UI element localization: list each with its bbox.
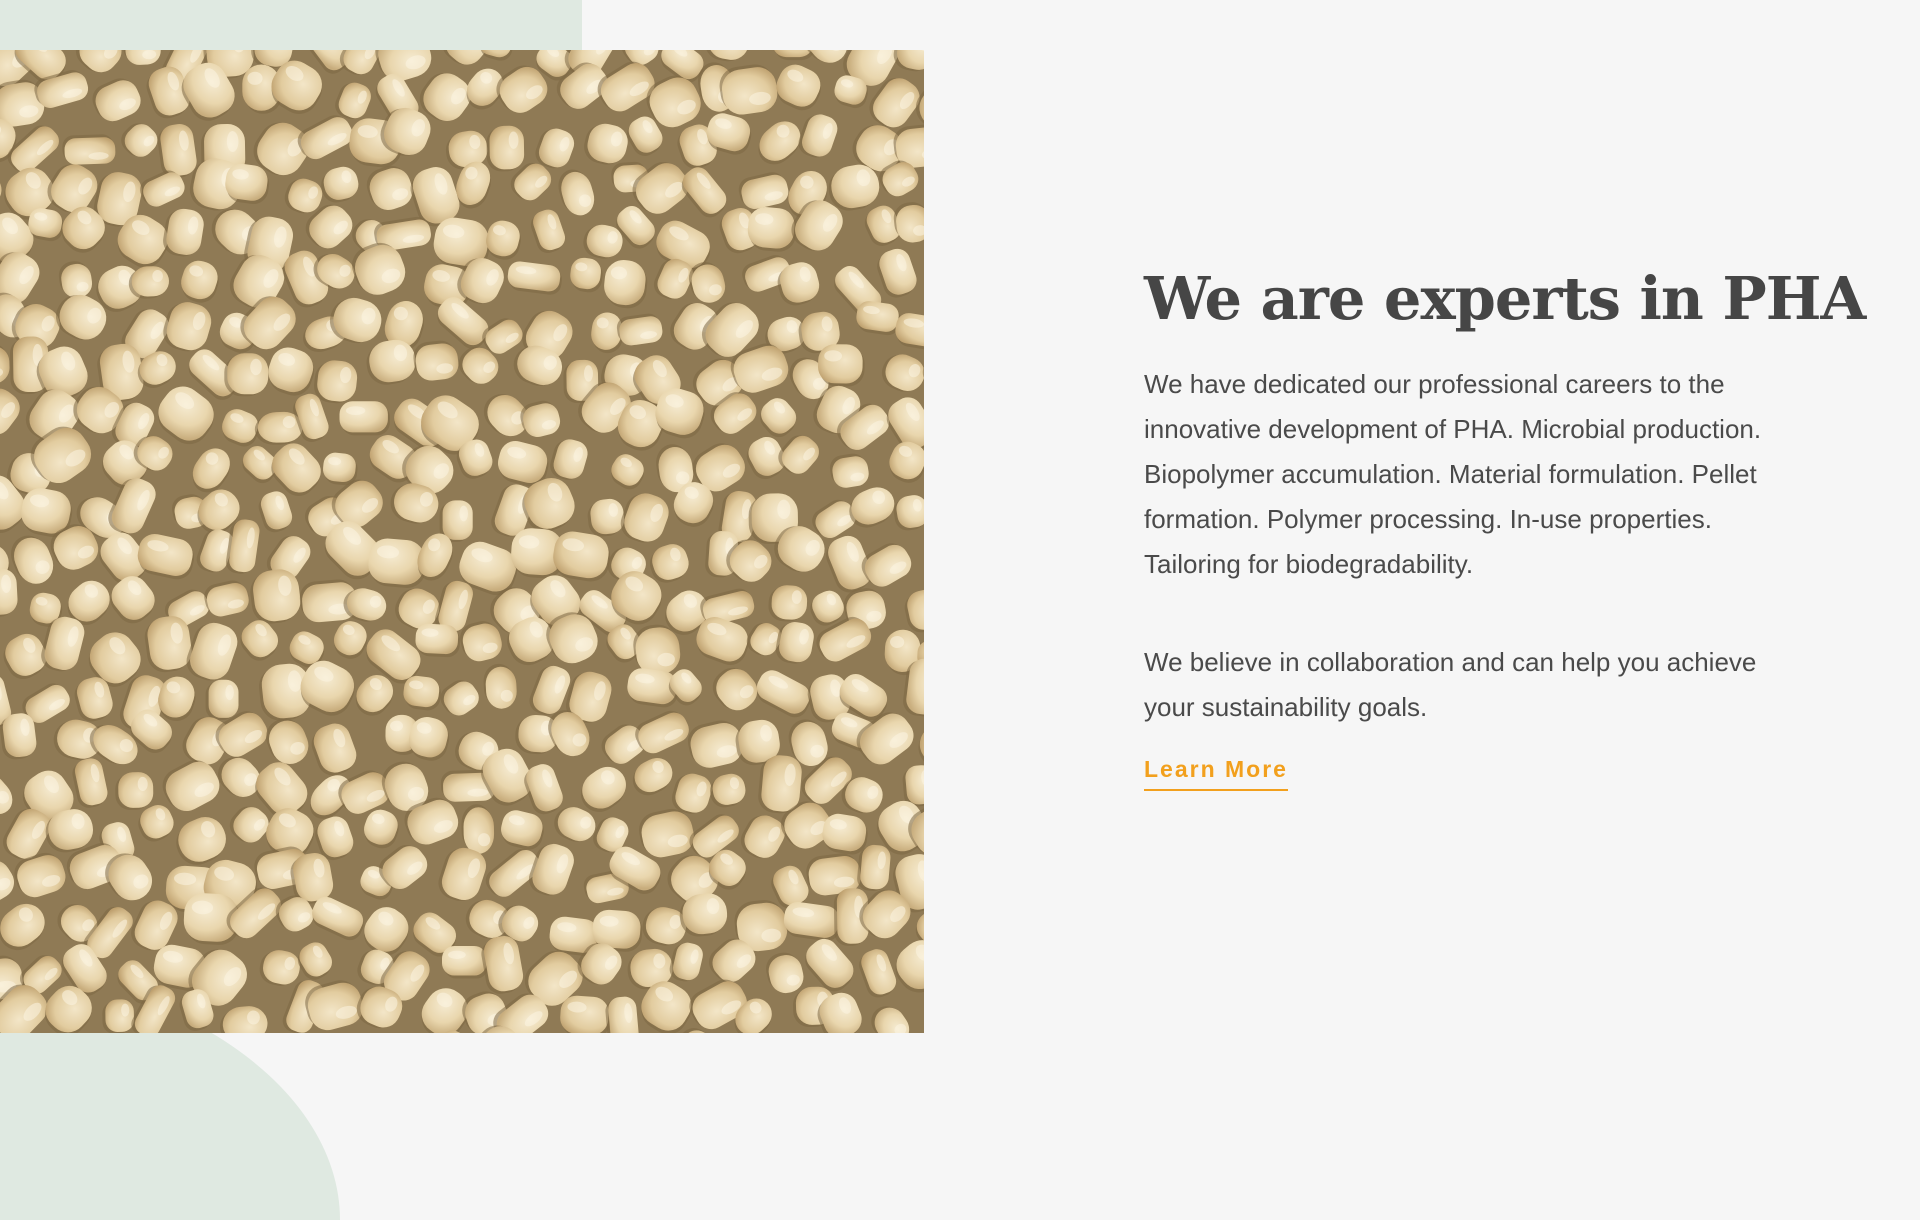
learn-more-link[interactable]: Learn More — [1144, 756, 1288, 791]
intro-paragraph: We have dedicated our professional caree… — [1144, 362, 1804, 587]
collaboration-paragraph: We believe in collaboration and can help… — [1144, 640, 1804, 730]
hero-text-block: We are experts in PHA We have dedicated … — [1144, 262, 1804, 791]
pha-pellets-image — [0, 50, 924, 1033]
page-title: We are experts in PHA — [1144, 262, 1804, 336]
